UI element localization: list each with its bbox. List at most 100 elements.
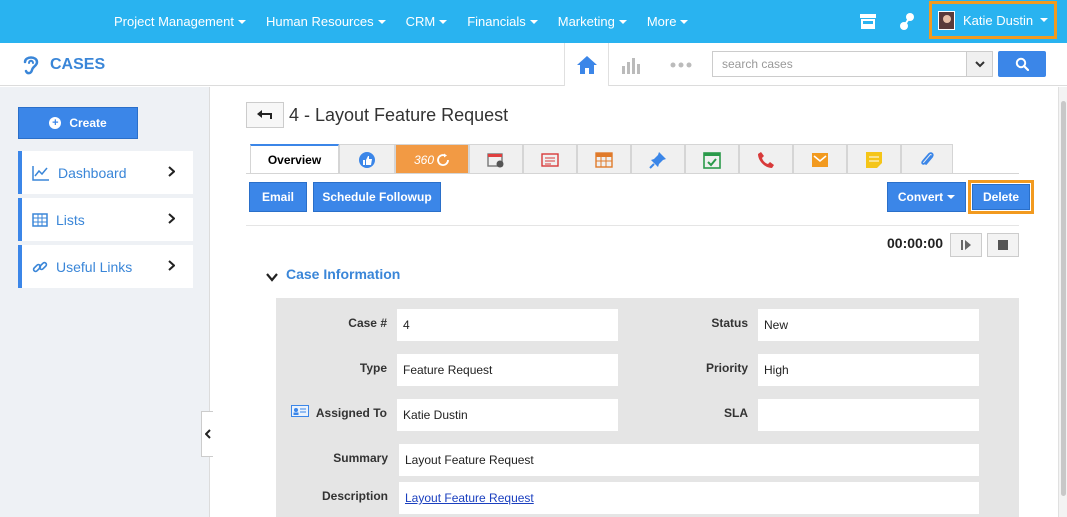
module-bar: CASES [0, 43, 1067, 86]
menu-project-management[interactable]: Project Management [114, 14, 246, 29]
calendar-check-icon [703, 151, 721, 169]
priority-label: Priority [705, 361, 748, 375]
tab-calendar[interactable] [577, 144, 631, 174]
tab-attachments[interactable] [901, 144, 953, 174]
sla-field[interactable] [758, 399, 979, 431]
line-chart-icon [32, 165, 49, 181]
description-label: Description [321, 489, 388, 503]
sla-label: SLA [724, 406, 748, 420]
assigned-to-field[interactable]: Katie Dustin [397, 399, 618, 431]
caret-down-icon [1040, 18, 1049, 22]
home-icon [576, 55, 597, 74]
sidebar-item-lists[interactable]: Lists [18, 198, 193, 241]
menu-human-resources[interactable]: Human Resources [266, 14, 386, 29]
phone-icon [758, 151, 774, 168]
chevron-right-icon [168, 260, 175, 271]
type-label: Type [359, 361, 387, 375]
timer-play-button[interactable] [950, 233, 982, 257]
mail-icon [812, 152, 828, 167]
caret-down-icon [680, 19, 689, 24]
refresh-icon [437, 153, 449, 166]
tabs-divider [246, 173, 1019, 174]
caret-down-icon [947, 195, 956, 199]
module-title[interactable]: CASES [20, 53, 105, 77]
page-title: 4 - Layout Feature Request [289, 105, 509, 125]
record-tabs: Overview 360 [250, 144, 953, 174]
link-icon [32, 261, 48, 272]
sidebar-collapse-toggle[interactable] [201, 411, 213, 457]
plus-icon: + [49, 117, 62, 129]
search-box [712, 51, 993, 77]
description-field: Layout Feature Request [399, 482, 979, 514]
chevron-left-icon [204, 429, 211, 439]
invoice-icon [541, 152, 559, 167]
chevron-down-icon [974, 60, 985, 67]
thumbs-up-icon [359, 151, 375, 168]
delete-highlight: Delete [968, 180, 1034, 214]
calendar-icon [595, 151, 613, 168]
search-input[interactable] [713, 52, 963, 76]
tab-call[interactable] [739, 144, 793, 174]
store-icon[interactable] [857, 11, 879, 33]
type-field[interactable]: Feature Request [397, 354, 618, 386]
priority-field[interactable]: High [758, 354, 979, 386]
tab-like[interactable] [339, 144, 395, 174]
chevron-right-icon [168, 213, 175, 224]
caret-down-icon [618, 19, 627, 24]
more-dots-icon[interactable] [670, 62, 692, 68]
scrollbar-thumb[interactable] [1061, 101, 1066, 496]
page-scrollbar[interactable] [1058, 87, 1067, 517]
tab-360[interactable]: 360 [395, 144, 469, 174]
delete-button[interactable]: Delete [972, 184, 1030, 210]
back-button[interactable] [246, 102, 284, 128]
avatar [938, 10, 955, 30]
case-information-header[interactable]: Case Information [266, 266, 400, 282]
caret-down-icon [439, 19, 448, 24]
stop-icon [998, 240, 1008, 250]
timer-display: 00:00:00 [887, 235, 944, 251]
assigned-to-label: Assigned To [315, 406, 387, 420]
main-menu: Project Management Human Resources CRM F… [114, 0, 708, 43]
paperclip-icon [921, 151, 934, 165]
sidebar: + Create Dashboard Lists Useful Links [0, 87, 210, 517]
chevron-right-icon [168, 166, 175, 177]
tab-email[interactable] [793, 144, 847, 174]
sidebar-item-dashboard[interactable]: Dashboard [18, 151, 193, 194]
tab-invoice[interactable] [523, 144, 577, 174]
caret-down-icon [529, 19, 538, 24]
convert-button[interactable]: Convert [887, 182, 966, 212]
chart-icon[interactable] [620, 56, 642, 74]
status-field[interactable]: New [758, 309, 979, 341]
tab-calendar-event[interactable] [469, 144, 523, 174]
search-button[interactable] [998, 51, 1046, 77]
top-navigation-bar: Project Management Human Resources CRM F… [0, 0, 1067, 43]
tab-overview[interactable]: Overview [250, 144, 339, 174]
home-tab[interactable] [564, 43, 609, 86]
create-button[interactable]: + Create [18, 107, 138, 139]
schedule-followup-button[interactable]: Schedule Followup [313, 182, 441, 212]
timer-stop-button[interactable] [987, 233, 1019, 257]
ear-icon [23, 56, 39, 75]
case-number-field[interactable]: 4 [397, 309, 618, 341]
description-link[interactable]: Layout Feature Request [405, 491, 534, 505]
summary-field[interactable]: Layout Feature Request [399, 444, 979, 476]
case-information-panel: Case # 4 Status New Type Feature Request… [276, 298, 1019, 517]
menu-financials[interactable]: Financials [467, 14, 538, 29]
connections-icon[interactable] [896, 11, 918, 33]
sidebar-item-useful-links[interactable]: Useful Links [18, 245, 193, 288]
user-menu[interactable]: Katie Dustin [929, 1, 1057, 39]
tab-pin[interactable] [631, 144, 685, 174]
tab-notes[interactable] [847, 144, 901, 174]
menu-more[interactable]: More [647, 14, 689, 29]
tab-task[interactable] [685, 144, 739, 174]
summary-label: Summary [333, 451, 388, 465]
chevron-down-icon [266, 272, 278, 282]
email-button[interactable]: Email [249, 182, 307, 212]
search-dropdown[interactable] [966, 52, 992, 76]
status-label: Status [711, 316, 748, 330]
menu-crm[interactable]: CRM [406, 14, 448, 29]
caret-down-icon [237, 19, 246, 24]
back-arrow-icon [257, 110, 272, 119]
menu-marketing[interactable]: Marketing [558, 14, 627, 29]
search-icon [1015, 57, 1029, 71]
